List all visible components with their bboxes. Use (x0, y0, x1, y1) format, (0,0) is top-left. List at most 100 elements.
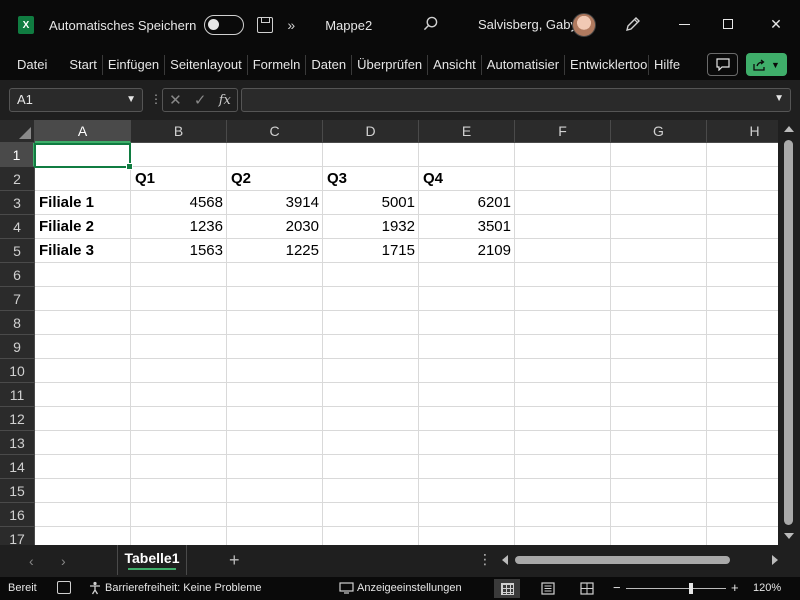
horizontal-scrollbar[interactable] (500, 552, 780, 568)
maximize-button[interactable] (718, 14, 738, 34)
cell-c3[interactable]: 3914 (227, 191, 323, 215)
scroll-up-icon[interactable] (784, 126, 794, 132)
zoom-slider-thumb[interactable] (689, 583, 693, 594)
row-header-12[interactable]: 12 (0, 407, 35, 431)
sheet-tab-tabelle1[interactable]: Tabelle1 (117, 545, 187, 575)
cell-a5[interactable]: Filiale 3 (35, 239, 131, 263)
spreadsheet-grid[interactable]: ABCDEFGH 1 2 3 4 5 6 7 8 9 10 11 12 13 14 15 16 17 Q1 Q2 Q… (0, 120, 778, 545)
insert-function-icon[interactable]: fx (219, 93, 231, 108)
zoom-level[interactable]: 120% (753, 582, 781, 594)
vertical-scroll-thumb[interactable] (784, 140, 793, 525)
row-header-17[interactable]: 17 (0, 527, 35, 545)
page-layout-view-button[interactable] (535, 579, 561, 598)
tab-ansicht[interactable]: Ansicht (428, 55, 482, 75)
cell-c2[interactable]: Q2 (227, 167, 323, 191)
column-header-f[interactable]: F (515, 120, 611, 143)
minimize-button[interactable] (674, 14, 694, 34)
row-header-1[interactable]: 1 (0, 143, 35, 167)
row-header-7[interactable]: 7 (0, 287, 35, 311)
pen-icon[interactable] (624, 15, 642, 33)
cell-c5[interactable]: 1225 (227, 239, 323, 263)
accessibility-status[interactable]: Barrierefreiheit: Keine Probleme (105, 582, 262, 594)
vertical-scrollbar[interactable] (778, 120, 800, 545)
prev-sheet-icon[interactable]: ‹ (29, 553, 34, 569)
add-sheet-icon[interactable]: + (229, 550, 240, 571)
name-box[interactable]: A1 ▼ (9, 88, 143, 112)
tab-automatisieren[interactable]: Automatisier (482, 55, 566, 75)
row-header-11[interactable]: 11 (0, 383, 35, 407)
tab-einfuegen[interactable]: Einfügen (103, 55, 166, 75)
row-header-4[interactable]: 4 (0, 215, 35, 239)
row-header-5[interactable]: 5 (0, 239, 35, 263)
cell-a4[interactable]: Filiale 2 (35, 215, 131, 239)
save-icon[interactable] (257, 17, 274, 33)
tab-entwicklertools[interactable]: Entwicklertools (565, 55, 650, 75)
cell-b5[interactable]: 1563 (131, 239, 227, 263)
tab-ueberpruefen[interactable]: Überprüfen (352, 55, 429, 75)
display-settings-icon[interactable] (339, 582, 354, 594)
autosave-toggle[interactable] (204, 15, 245, 35)
scroll-left-icon[interactable] (502, 555, 508, 565)
row-header-14[interactable]: 14 (0, 455, 35, 479)
cell-c4[interactable]: 2030 (227, 215, 323, 239)
column-header-e[interactable]: E (419, 120, 515, 143)
chevron-down-icon[interactable]: ▼ (774, 93, 784, 104)
tab-formeln[interactable]: Formeln (248, 55, 307, 75)
column-header-h[interactable]: H (707, 120, 778, 143)
row-header-9[interactable]: 9 (0, 335, 35, 359)
document-title[interactable]: Mappe2 (325, 18, 372, 33)
cell-area[interactable]: Q1 Q2 Q3 Q4 Filiale 1 4568 3914 5001 6201 Filiale… (35, 143, 778, 545)
cell-a3[interactable]: Filiale 1 (35, 191, 131, 215)
tab-hilfe[interactable]: Hilfe (649, 55, 685, 75)
cell-e5[interactable]: 2109 (419, 239, 515, 263)
column-header-c[interactable]: C (227, 120, 323, 143)
row-header-15[interactable]: 15 (0, 479, 35, 503)
row-header-13[interactable]: 13 (0, 431, 35, 455)
select-all-corner[interactable] (0, 120, 35, 143)
column-header-g[interactable]: G (611, 120, 707, 143)
cell-e3[interactable]: 6201 (419, 191, 515, 215)
close-button[interactable]: ✕ (766, 14, 786, 34)
scroll-right-icon[interactable] (772, 555, 778, 565)
row-header-3[interactable]: 3 (0, 191, 35, 215)
display-settings[interactable]: Anzeigeeinstellungen (357, 582, 462, 594)
accessibility-icon[interactable] (88, 581, 102, 595)
row-header-16[interactable]: 16 (0, 503, 35, 527)
zoom-slider-track[interactable] (626, 588, 726, 589)
page-break-view-button[interactable] (574, 579, 600, 598)
row-header-6[interactable]: 6 (0, 263, 35, 287)
formula-input[interactable]: ▼ (241, 88, 791, 112)
tab-daten[interactable]: Daten (306, 55, 353, 75)
cell-d4[interactable]: 1932 (323, 215, 419, 239)
cell-e4[interactable]: 3501 (419, 215, 515, 239)
confirm-entry-icon[interactable]: ✓ (194, 91, 207, 109)
tab-seitenlayout[interactable]: Seitenlayout (165, 55, 248, 75)
scroll-down-icon[interactable] (784, 533, 794, 539)
chevron-down-icon[interactable]: ▼ (126, 89, 136, 111)
cell-b2[interactable]: Q1 (131, 167, 227, 191)
cell-b4[interactable]: 1236 (131, 215, 227, 239)
cell-d5[interactable]: 1715 (323, 239, 419, 263)
cell-e2[interactable]: Q4 (419, 167, 515, 191)
cell-d3[interactable]: 5001 (323, 191, 419, 215)
row-header-10[interactable]: 10 (0, 359, 35, 383)
row-header-2[interactable]: 2 (0, 167, 35, 191)
cell-b3[interactable]: 4568 (131, 191, 227, 215)
sheet-options-icon[interactable]: ⋮ (478, 551, 492, 568)
normal-view-button[interactable] (494, 579, 520, 598)
column-header-d[interactable]: D (323, 120, 419, 143)
avatar[interactable] (572, 13, 596, 37)
next-sheet-icon[interactable]: › (61, 553, 66, 569)
horizontal-scroll-thumb[interactable] (515, 556, 730, 564)
cell-d2[interactable]: Q3 (323, 167, 419, 191)
search-icon[interactable] (423, 16, 438, 31)
user-name[interactable]: Salvisberg, Gaby (478, 17, 577, 32)
zoom-in-button[interactable]: + (731, 580, 739, 595)
formula-bar-grip-icon[interactable]: ⋮ (150, 92, 162, 106)
comments-button[interactable] (707, 53, 738, 76)
column-header-b[interactable]: B (131, 120, 227, 143)
macro-recording-icon[interactable] (57, 581, 71, 594)
column-header-a[interactable]: A (35, 120, 131, 143)
tab-start[interactable]: Start (64, 55, 103, 75)
cancel-entry-icon[interactable]: ✕ (169, 91, 182, 109)
